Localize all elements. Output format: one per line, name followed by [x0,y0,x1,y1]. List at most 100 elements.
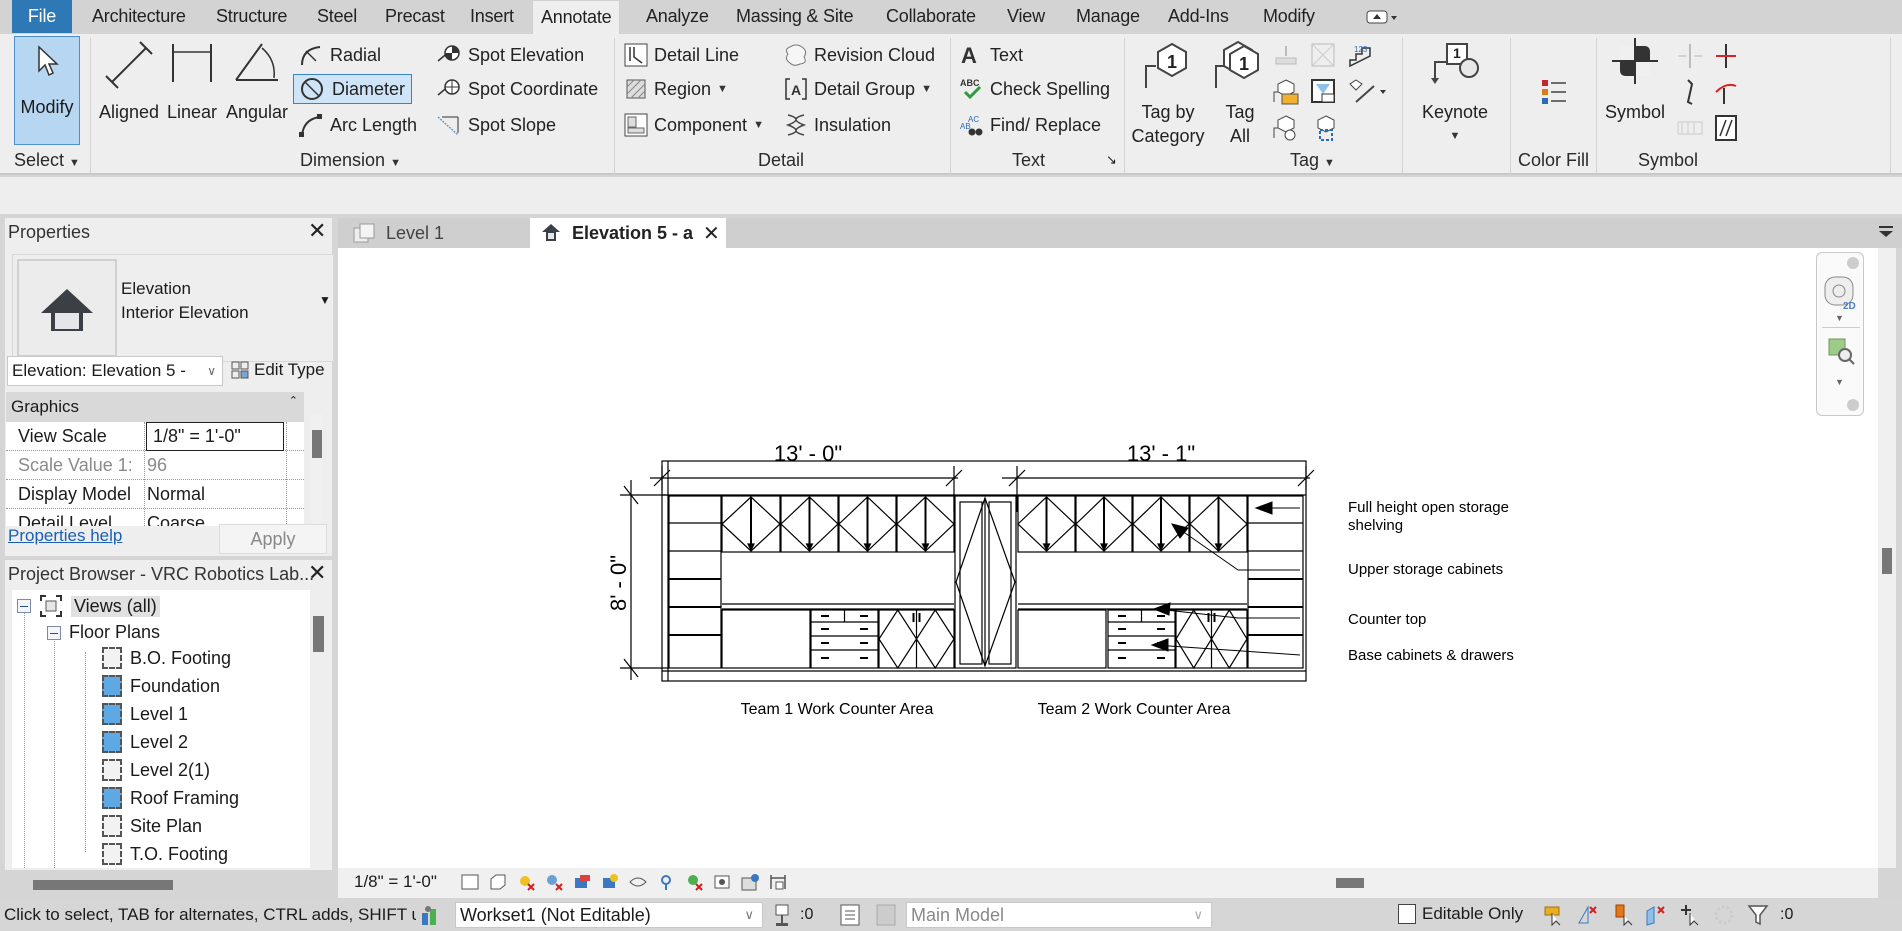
analytical-model-icon[interactable] [712,872,732,892]
checkbox-icon[interactable] [1398,904,1416,924]
diameter-button[interactable]: Diameter [293,74,413,104]
tag-all-button[interactable]: 1 Tag All [1208,38,1272,148]
dimension-text-height[interactable]: 8' - 0" [606,555,631,611]
project-browser-hscroll[interactable] [33,880,173,890]
room-tag-icon[interactable] [1310,78,1338,111]
detail-line-button[interactable]: Detail Line [624,40,739,70]
active-design-option-dropdown[interactable]: Main Model ∨ [906,902,1212,928]
radial-button[interactable]: Radial [298,40,381,70]
caption-team-2[interactable]: Team 2 Work Counter Area [1038,701,1231,718]
vertical-scroll-thumb[interactable] [1882,548,1892,574]
design-options-icon[interactable] [838,903,862,927]
tab-steel[interactable]: Steel [309,0,365,33]
shadows-off-icon[interactable] [544,872,564,892]
tree-item-floor-plans[interactable]: Floor Plans [47,622,160,643]
temporary-hide-icon[interactable] [628,872,648,892]
tree-item-view[interactable]: Site Plan [102,815,202,837]
drag-elements-icon[interactable] [1678,903,1702,927]
horizontal-scroll-thumb[interactable] [1336,878,1364,888]
revision-cloud-button[interactable]: Revision Cloud [784,40,935,70]
properties-scrollbar[interactable] [311,414,323,524]
edit-type-button[interactable]: Edit Type [231,360,325,380]
editing-requests-icon[interactable] [772,903,796,927]
reveal-hidden-icon[interactable] [656,872,676,892]
view-scale-input[interactable]: 1/8" = 1'-0" [146,422,284,451]
note-shelving-line1[interactable]: Full height open storage [1348,499,1509,516]
view-tab-elevation-5-a[interactable]: Elevation 5 - a ✕ [530,218,726,248]
select-links-icon[interactable] [1542,903,1566,927]
tab-annotate[interactable]: Annotate [532,0,621,35]
type-selector[interactable]: Elevation Interior Elevation ▼ [12,254,334,362]
properties-help-link[interactable]: Properties help [8,526,122,546]
tab-precast[interactable]: Precast [377,0,453,33]
worksets-icon[interactable] [418,903,442,927]
spot-elevation-button[interactable]: Spot Elevation [436,40,584,70]
note-shelving-line2[interactable]: shelving [1348,517,1403,534]
tab-add-ins[interactable]: Add-Ins [1160,0,1237,33]
caption-team-1[interactable]: Team 1 Work Counter Area [741,701,934,718]
collapse-icon[interactable] [47,625,61,640]
drawing-canvas[interactable]: 2D ▼ ▼ 13' - 0" 13' - 1" 8' - 0" Team 1 … [338,248,1878,868]
collapse-icon[interactable] [17,599,31,613]
graphics-group-header[interactable]: Graphics ⌃ [6,392,304,422]
tree-item-view[interactable]: T.O. Footing [102,843,228,865]
note-upper-cabinets[interactable]: Upper storage cabinets [1348,561,1503,578]
stair-path-icon[interactable] [1712,114,1740,147]
spot-coordinate-button[interactable]: Spot Coordinate [436,74,598,104]
tree-item-view[interactable]: B.O. Footing [102,647,231,669]
select-by-face-icon[interactable] [1644,903,1668,927]
project-browser-vscroll[interactable] [313,616,324,652]
keynote-button[interactable]: 1 Keynote ▼ [1410,38,1500,148]
component-button[interactable]: Component ▼ [624,110,764,140]
span-direction-icon[interactable] [1676,42,1704,75]
keynote-legend-tag-icon[interactable] [1272,114,1300,147]
ribbon-minimize-button[interactable] [1366,8,1400,26]
active-workset-dropdown[interactable]: Workset1 (Not Editable) ∨ [455,902,763,928]
type-selector-dropdown-icon[interactable]: ▼ [319,293,331,307]
material-tag-icon[interactable] [1272,78,1300,111]
find-replace-button[interactable]: AC AB Find/ Replace [960,110,1101,140]
text-button[interactable]: A Text [960,40,1023,70]
detail-level-icon[interactable] [460,872,480,892]
apply-button[interactable]: Apply [219,524,327,554]
select-panel-label[interactable]: Select ▼ [14,150,80,171]
color-fill-legend-button[interactable] [1540,78,1570,113]
beam-annotations-icon[interactable] [1272,42,1300,75]
sun-path-off-icon[interactable] [516,872,536,892]
tab-overflow-menu-icon[interactable] [1876,224,1896,245]
linear-dimension-button[interactable]: Linear [162,38,222,124]
text-settings-launcher-icon[interactable]: ↘ [1106,152,1117,168]
insulation-button[interactable]: Insulation [784,110,891,140]
arc-length-button[interactable]: Arc Length [298,110,417,140]
visual-style-icon[interactable] [488,872,508,892]
view-tab-level-1[interactable]: Level 1 [342,218,524,248]
aligned-dimension-button[interactable]: Aligned [96,38,162,124]
select-underlay-icon[interactable] [1576,903,1600,927]
multi-rebar-annotation-icon[interactable] [1348,78,1388,111]
tag-by-category-button[interactable]: 1 Tag by Category [1128,38,1208,148]
symbol-button[interactable]: Symbol [1600,38,1670,124]
view-scale-button[interactable]: 1/8" = 1'-0" [354,872,437,892]
show-crop-region-icon[interactable] [600,872,620,892]
tab-view[interactable]: View [999,0,1053,33]
tree-item-view[interactable]: Level 2 [102,731,188,753]
tab-massing-site[interactable]: Massing & Site [728,0,861,33]
filter-icon[interactable] [1746,903,1770,927]
crop-view-icon[interactable] [572,872,592,892]
project-browser-close-icon[interactable]: ✕ [308,560,326,586]
tree-item-view[interactable]: Level 2(1) [102,759,210,781]
note-base-cabinets[interactable]: Base cabinets & drawers [1348,647,1514,664]
dimension-panel-label[interactable]: Dimension ▼ [300,150,401,171]
angular-dimension-button[interactable]: Angular [224,38,290,124]
select-pinned-icon[interactable] [1610,903,1634,927]
modify-button[interactable]: Modify [14,36,80,145]
tab-insert[interactable]: Insert [462,0,522,33]
beam-span-icon[interactable] [1676,78,1704,111]
close-view-tab-icon[interactable]: ✕ [703,221,720,246]
editable-only-checkbox[interactable]: Editable Only [1398,904,1523,924]
property-row[interactable]: Display Model Normal [6,480,304,509]
multi-category-tag-icon[interactable] [1310,42,1338,75]
check-spelling-button[interactable]: ABC Check Spelling [960,74,1110,104]
region-button[interactable]: Region ▼ [624,74,728,104]
dimension-text-left[interactable]: 13' - 0" [774,441,842,466]
